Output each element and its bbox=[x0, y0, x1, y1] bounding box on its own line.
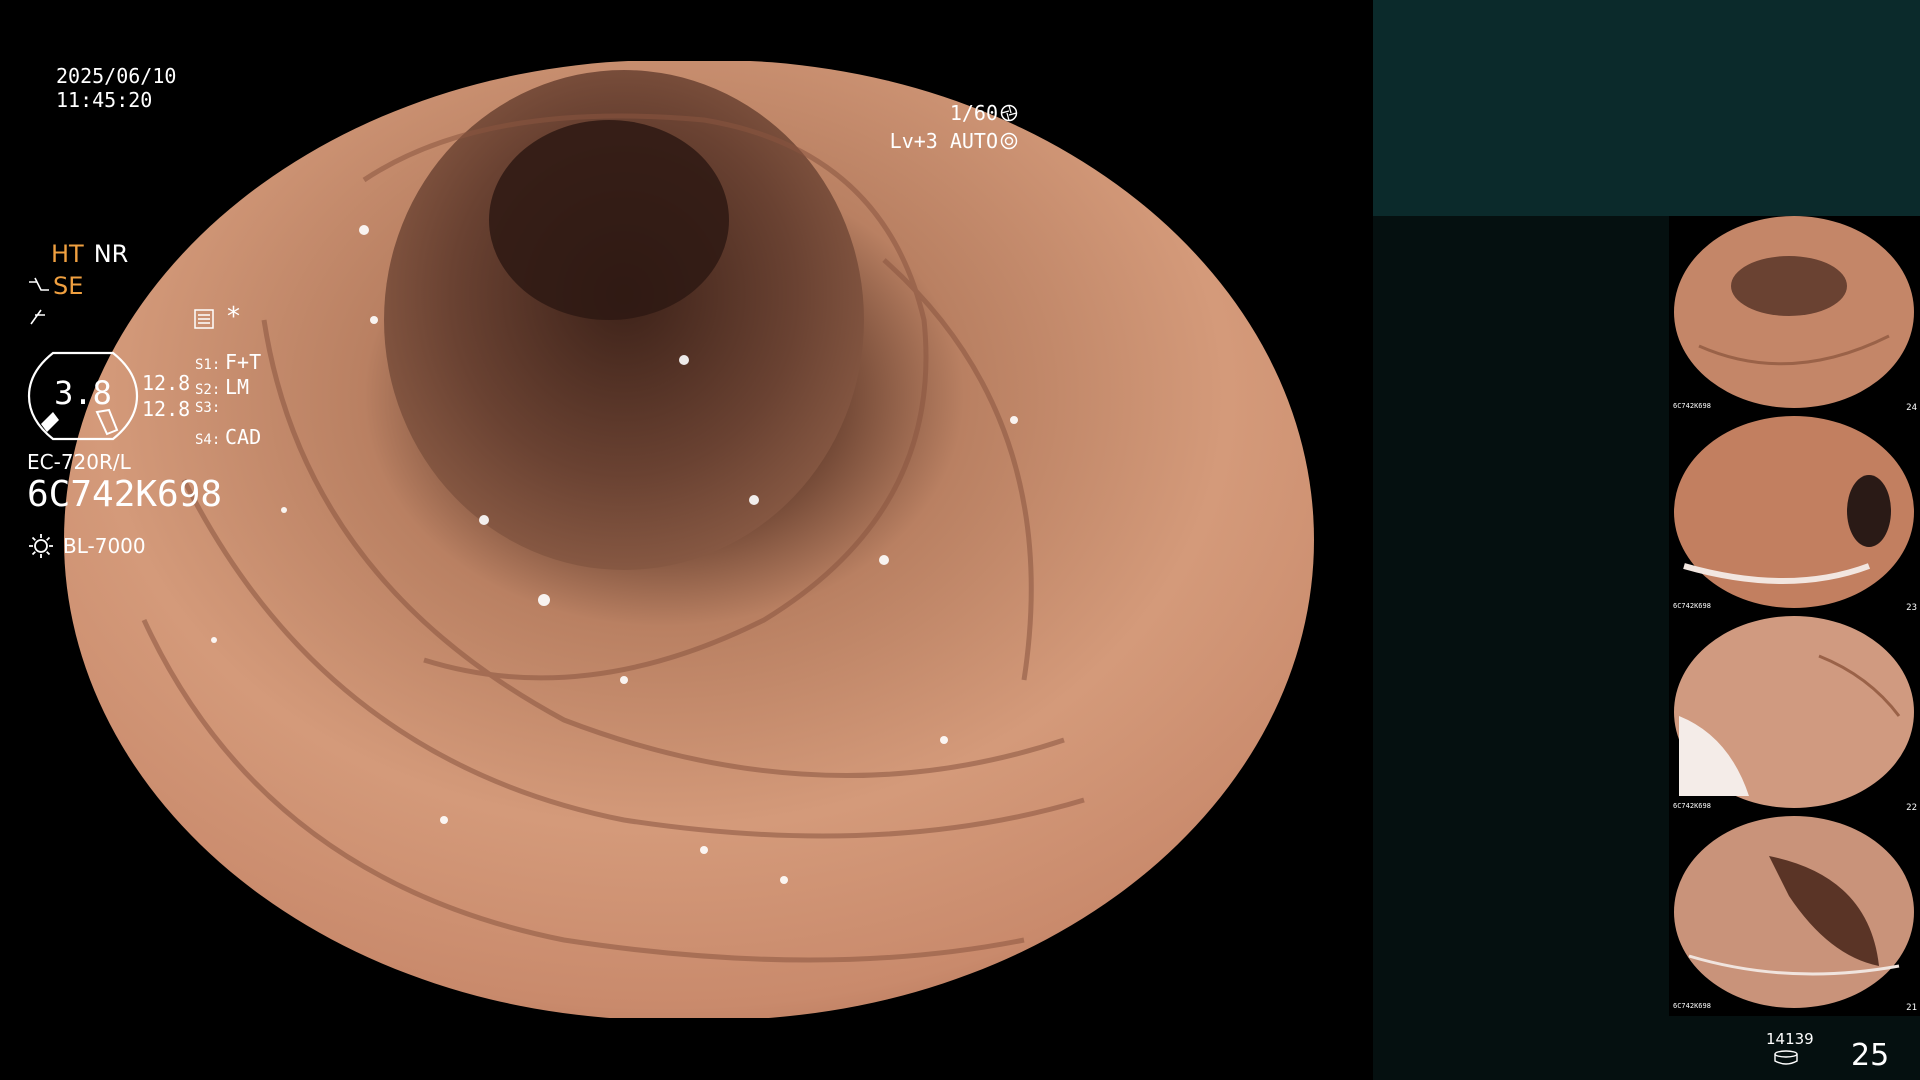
light-source-icon bbox=[29, 534, 53, 558]
iris-icon bbox=[1000, 132, 1018, 150]
switch-row: S2: LM bbox=[195, 375, 261, 400]
thumbnail-image bbox=[1669, 216, 1920, 416]
light-source: BL-7000 bbox=[27, 532, 146, 560]
enhance-icon bbox=[29, 277, 49, 291]
switch-key: S4: bbox=[195, 432, 221, 448]
timestamp: 2025/06/10 11:45:20 bbox=[56, 64, 176, 112]
image-mode-line: HT NR bbox=[51, 240, 128, 268]
storage-disk-icon bbox=[1774, 1050, 1798, 1065]
capture-count: 25 bbox=[1851, 1038, 1890, 1073]
switch-value: LM bbox=[225, 375, 250, 399]
switch-key: S2: bbox=[195, 382, 221, 398]
switch-row: S1: F+T bbox=[195, 350, 261, 375]
thumbnail-image bbox=[1669, 816, 1920, 1016]
mode-nr: NR bbox=[93, 240, 129, 268]
thumbnail-image bbox=[1669, 416, 1920, 616]
thumbnail-serial: 6C742K698 bbox=[1673, 402, 1711, 410]
star-indicator: * bbox=[227, 302, 240, 332]
scope-model: EC-720R/L bbox=[27, 450, 131, 474]
thumbnail[interactable]: 6C742K698 24 bbox=[1669, 216, 1920, 416]
scope-switch-list: S1: F+T S2: LM S3: S4: CAD bbox=[195, 350, 261, 450]
captured-thumbnails: 6C742K698 24 6C742K698 23 6C742K698 22 6… bbox=[1669, 216, 1920, 1016]
switch-row: S3: bbox=[195, 400, 261, 425]
thumbnail[interactable]: 6C742K698 21 bbox=[1669, 816, 1920, 1016]
switch-key: S1: bbox=[195, 357, 221, 373]
thumbnail-index: 21 bbox=[1906, 1003, 1917, 1013]
panel-header bbox=[1373, 0, 1920, 216]
exposure-info: 1/60 Lv+3 AUTO bbox=[890, 99, 1018, 155]
shutter-icon bbox=[1000, 104, 1018, 122]
thumbnail-index: 24 bbox=[1906, 403, 1917, 413]
function-icon bbox=[30, 309, 45, 325]
thumbnail-index: 23 bbox=[1906, 603, 1917, 613]
gauge-reading-1: 12.8 bbox=[142, 371, 191, 395]
brightness-level: Lv+3 bbox=[889, 129, 938, 153]
switch-value: F+T bbox=[225, 350, 262, 374]
thumbnail[interactable]: 6C742K698 22 bbox=[1669, 616, 1920, 816]
thumbnail-image bbox=[1669, 616, 1920, 816]
structure-enhance-line: SE bbox=[27, 272, 83, 300]
scope-serial: 6C742K698 bbox=[27, 474, 223, 515]
mode-se: SE bbox=[53, 272, 84, 300]
iris-mode: AUTO bbox=[949, 129, 998, 153]
thumbnail-index: 22 bbox=[1906, 803, 1917, 813]
thumbnail-serial: 6C742K698 bbox=[1673, 602, 1711, 610]
view-mask-bottom bbox=[0, 1018, 1372, 1080]
view-mask-top bbox=[0, 0, 1372, 61]
light-source-model: BL-7000 bbox=[63, 534, 146, 558]
thumbnail-serial: 6C742K698 bbox=[1673, 1002, 1711, 1010]
shutter-speed: 1/60 bbox=[949, 101, 998, 125]
switch-key: S3: bbox=[195, 400, 221, 416]
time-text: 11:45:20 bbox=[56, 88, 153, 112]
settings-list-icon bbox=[194, 309, 214, 329]
thumbnail[interactable]: 6C742K698 23 bbox=[1669, 416, 1920, 616]
mode-ht: HT bbox=[51, 240, 84, 268]
scope-settings: HT NR SE * 3.8 12.8 12.8 S1: F+T S2: LM … bbox=[27, 240, 317, 570]
switch-value: CAD bbox=[225, 425, 262, 449]
zoom-value: 3.8 bbox=[54, 374, 112, 412]
storage-remaining: 14139 bbox=[1766, 1030, 1814, 1048]
thumbnail-serial: 6C742K698 bbox=[1673, 802, 1711, 810]
gauge-reading-2: 12.8 bbox=[142, 397, 191, 421]
date-text: 2025/06/10 bbox=[56, 64, 177, 88]
switch-row: S4: CAD bbox=[195, 425, 261, 450]
